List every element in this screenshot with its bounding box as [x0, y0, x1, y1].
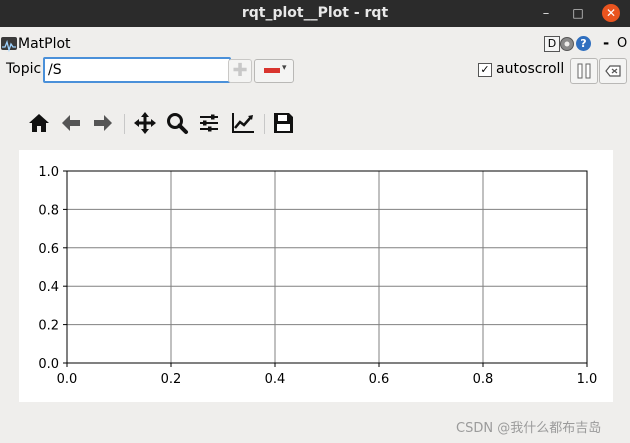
zoom-icon[interactable]	[164, 110, 190, 138]
topic-input[interactable]	[43, 57, 231, 83]
autoscroll-checkbox[interactable]: ✓	[478, 63, 492, 77]
close-button[interactable]: ✕	[602, 4, 620, 22]
x-tick-label: 0.8	[473, 372, 494, 387]
x-tick-label: 1.0	[577, 372, 598, 387]
toolbar-separator	[124, 114, 125, 134]
add-topic-button[interactable]: ✚	[228, 59, 252, 83]
watermark: CSDN @我什么都布吉岛	[456, 421, 602, 436]
plot-toolbar	[24, 110, 324, 140]
minus-icon	[264, 68, 280, 73]
pause-icon	[577, 63, 591, 79]
maximize-button[interactable]: □	[568, 0, 588, 27]
plugin-header: MatPlot D ? - O	[0, 34, 630, 54]
x-tick-label: 0.6	[369, 372, 390, 387]
chevron-down-icon: ▾	[282, 63, 287, 73]
gear-icon[interactable]	[559, 36, 575, 52]
window-titlebar: rqt_plot__Plot - rqt – □ ✕	[0, 0, 630, 27]
pause-button[interactable]	[570, 58, 598, 84]
customize-icon[interactable]	[230, 110, 256, 138]
plot-canvas[interactable]: 0.0 0.2 0.4 0.6 0.8 1.0 0.0 0.2 0.4 0.6 0.8 1.0	[19, 150, 613, 402]
home-icon[interactable]	[26, 110, 52, 138]
x-tick-label: 0.2	[161, 372, 182, 387]
topic-row: Topic ✚ ▾ ✓ autoscroll	[0, 57, 630, 84]
x-tick-label: 0.0	[57, 372, 78, 387]
forward-icon[interactable]	[90, 110, 116, 138]
plus-icon: ✚	[232, 60, 248, 81]
subplots-icon[interactable]	[196, 110, 222, 138]
plot-icon	[1, 37, 17, 53]
y-tick-label: 0.8	[38, 203, 59, 218]
y-tick-label: 0.0	[38, 357, 59, 372]
help-button[interactable]: ?	[576, 36, 591, 51]
dock-button[interactable]: D	[544, 36, 560, 52]
remove-topic-button[interactable]: ▾	[254, 59, 294, 83]
toolbar-separator	[264, 114, 265, 134]
close-plugin-button[interactable]: O	[617, 36, 627, 51]
hide-button[interactable]: -	[603, 34, 609, 52]
x-tick-label: 0.4	[265, 372, 286, 387]
plot-axes[interactable]: 0.0 0.2 0.4 0.6 0.8 1.0 0.0 0.2 0.4 0.6 0.8 1.0	[19, 150, 613, 402]
y-tick-label: 1.0	[38, 165, 59, 180]
pan-icon[interactable]	[132, 110, 158, 138]
y-tick-label: 0.2	[38, 319, 59, 334]
clear-icon	[605, 65, 621, 77]
autoscroll-label: autoscroll	[496, 61, 565, 77]
minimize-button[interactable]: –	[536, 0, 556, 27]
y-tick-label: 0.6	[38, 242, 59, 257]
save-icon[interactable]	[270, 110, 296, 138]
topic-label: Topic	[6, 61, 42, 77]
clear-button[interactable]	[599, 58, 627, 84]
axes-frame	[66, 170, 588, 364]
y-tick-label: 0.4	[38, 280, 59, 295]
back-icon[interactable]	[58, 110, 84, 138]
plugin-title: MatPlot	[18, 36, 71, 52]
